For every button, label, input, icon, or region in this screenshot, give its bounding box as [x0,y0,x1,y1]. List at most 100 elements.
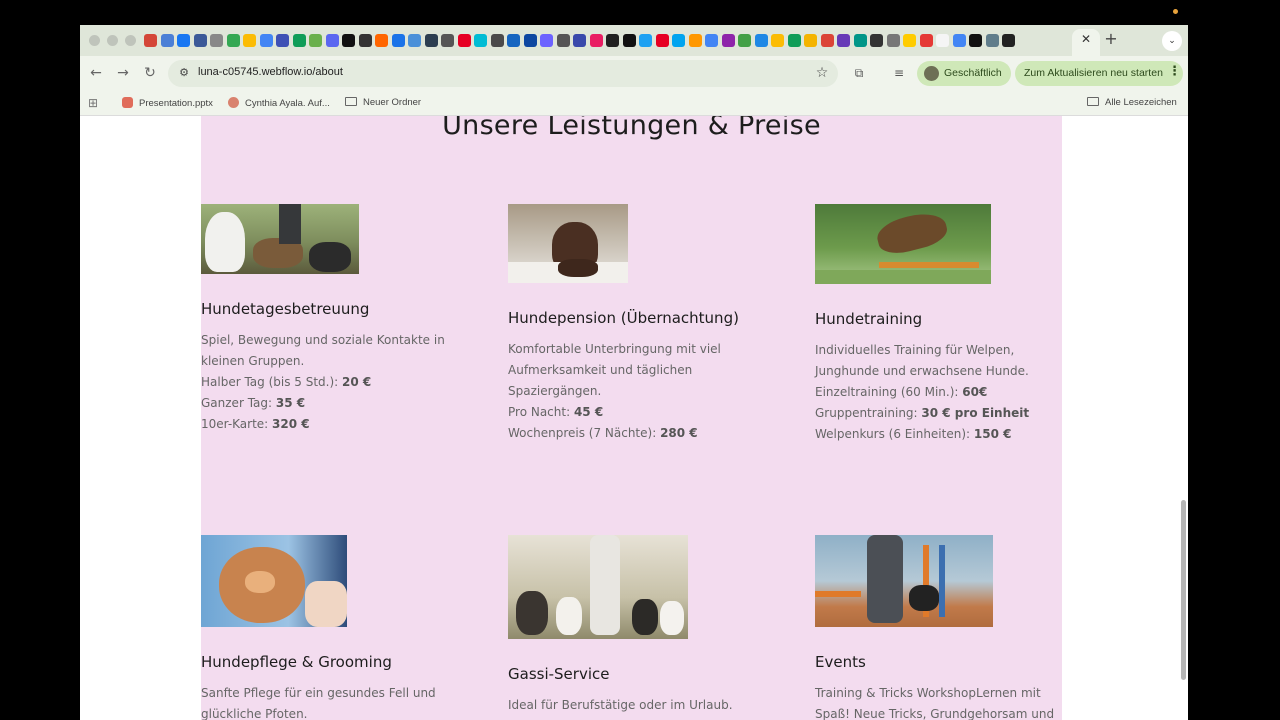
tab-favicon-icon[interactable] [342,34,355,47]
tab-favicon-icon[interactable] [226,34,240,47]
tab-favicon-icon[interactable] [259,34,273,47]
tab-favicon-icon[interactable] [952,34,966,47]
forward-arrow-icon[interactable]: → [114,64,132,82]
dogs-group-walk-photo [201,204,359,274]
tab-favicon-icon[interactable] [787,34,801,47]
new-tab-button[interactable]: + [1102,30,1120,48]
reload-icon[interactable]: ↻ [141,64,159,82]
service-text: Individuelles Training für Welpen, Jungh… [815,343,1029,378]
service-title: Hundepension (Übernachtung) [508,309,739,327]
tab-favicon-icon[interactable] [375,34,388,47]
update-button[interactable]: Zum Aktualisieren neu starten ⋮ [1015,61,1183,86]
tab-favicon-icon[interactable] [738,34,751,47]
service-description: Sanfte Pflege für ein gesundes Fell und … [201,683,451,720]
services-section: Unsere Leistungen & Preise Hundetagesbet… [201,116,1062,720]
tab-favicon-icon[interactable] [688,34,702,47]
tab-favicon-icon[interactable] [243,34,256,47]
service-description: Individuelles Training für Welpen, Jungh… [815,340,1062,445]
service-text: Spiel, Bewegung und soziale Kontakte in … [201,333,445,368]
back-arrow-icon[interactable]: ← [87,64,105,82]
tab-favicon-icon[interactable] [573,34,586,47]
tab-favicon-icon[interactable] [177,34,190,47]
menu-dots-icon[interactable]: ⋮ [1168,64,1181,79]
tab-favicon-icon[interactable] [903,34,916,47]
extensions-icon[interactable]: ⧉ [851,65,867,81]
tab-favicon-icon[interactable] [886,34,900,47]
tab-favicon-icon[interactable] [408,34,421,47]
tab-favicon-icon[interactable] [490,34,504,47]
tab-favicon-icon[interactable] [820,34,834,47]
close-window-button[interactable] [89,35,100,46]
service-card: Hundetagesbetreuung Spiel, Bewegung und … [201,204,461,444]
tab-favicon-icon[interactable] [507,34,520,47]
tab-favicon-icon[interactable] [391,34,405,47]
tab-favicon-icon[interactable] [606,34,619,47]
tab-favicon-icon[interactable] [655,34,669,47]
price-value: 20 € [342,375,372,389]
profile-button[interactable]: Geschäftlich [917,61,1011,86]
dog-grooming-photo [201,535,347,627]
bookmark-label: Neuer Ordner [363,97,422,108]
tab-favicon-icon[interactable] [804,34,817,47]
service-description: Ideal für Berufstätige oder im Urlaub. [508,695,758,716]
tab-favicon-icon[interactable] [193,34,207,47]
bookmark-folder[interactable]: Neuer Ordner [345,97,421,108]
tab-favicon-icon[interactable] [457,34,471,47]
page-scrollbar[interactable] [1181,500,1186,680]
all-bookmarks[interactable]: Alle Lesezeichen [1087,97,1177,108]
bookmark-presentation[interactable]: Presentation.pptx [122,97,213,109]
tab-favicon-icon[interactable] [523,34,537,47]
tab-favicon-icon[interactable] [292,34,306,47]
apps-grid-icon[interactable]: ⊞ [88,96,102,110]
service-card: Events Training & Tricks WorkshopLernen … [815,535,1062,720]
tab-favicon-icon[interactable] [144,34,157,47]
address-bar[interactable]: ⚙ luna-c05745.webflow.io/about ☆ [168,60,838,87]
reading-list-icon[interactable]: ≡ [891,65,907,81]
tab-favicon-icon[interactable] [474,34,487,47]
price-line: Einzeltraining (60 Min.): 60€ [815,385,988,399]
tab-favicon-icon[interactable] [441,34,454,47]
service-title: Hundetagesbetreuung [201,300,370,318]
tab-favicon-icon[interactable] [919,34,933,47]
section-title: Unsere Leistungen & Preise [442,116,821,141]
tab-favicon-icon[interactable] [771,34,784,47]
service-text: Ideal für Berufstätige oder im Urlaub. [508,698,733,712]
tab-favicon-icon[interactable] [754,34,768,47]
tab-favicon-icon[interactable] [936,34,949,47]
bookmark-label: Cynthia Ayala. Auf... [245,98,330,109]
tab-favicon-icon[interactable] [853,34,867,47]
tab-favicon-icon[interactable] [210,34,223,47]
tab-favicon-icon[interactable] [1002,34,1015,47]
tab-favicon-icon[interactable] [556,34,570,47]
tab-favicon-icon[interactable] [639,34,652,47]
tab-favicon-icon[interactable] [721,34,735,47]
bookmark-cynthia[interactable]: Cynthia Ayala. Auf... [228,97,330,109]
tab-favicon-icon[interactable] [424,34,438,47]
tab-favicon-icon[interactable] [358,34,372,47]
folder-icon [1087,97,1099,106]
service-title: Gassi-Service [508,665,610,683]
tab-favicon-icon[interactable] [276,34,289,47]
tab-favicon-icon[interactable] [309,34,322,47]
tab-favicon-icon[interactable] [325,34,339,47]
tab-favicon-icon[interactable] [160,34,174,47]
tab-favicon-icon[interactable] [969,34,982,47]
url-text[interactable]: luna-c05745.webflow.io/about [198,66,343,78]
tab-search-button[interactable]: ⌄ [1162,31,1182,51]
bookmark-star-icon[interactable]: ☆ [813,64,831,82]
page-viewport: Unsere Leistungen & Preise Hundetagesbet… [80,116,1188,720]
tab-favicon-icon[interactable] [985,34,999,47]
tab-favicon-icon[interactable] [589,34,603,47]
tab-favicon-icon[interactable] [622,34,636,47]
tab-favicon-icon[interactable] [870,34,883,47]
site-settings-icon[interactable]: ⚙ [176,65,192,81]
minimize-window-button[interactable] [107,35,118,46]
tab-favicon-icon[interactable] [837,34,850,47]
tab-favicon-icon[interactable] [705,34,718,47]
notification-dot [1173,9,1178,14]
tab-favicon-icon[interactable] [672,34,685,47]
price-line: Halber Tag (bis 5 Std.): 20 € [201,375,372,389]
tab-favicon-icon[interactable] [540,34,553,47]
maximize-window-button[interactable] [125,35,136,46]
tab-close-icon[interactable]: ✕ [1078,31,1094,47]
